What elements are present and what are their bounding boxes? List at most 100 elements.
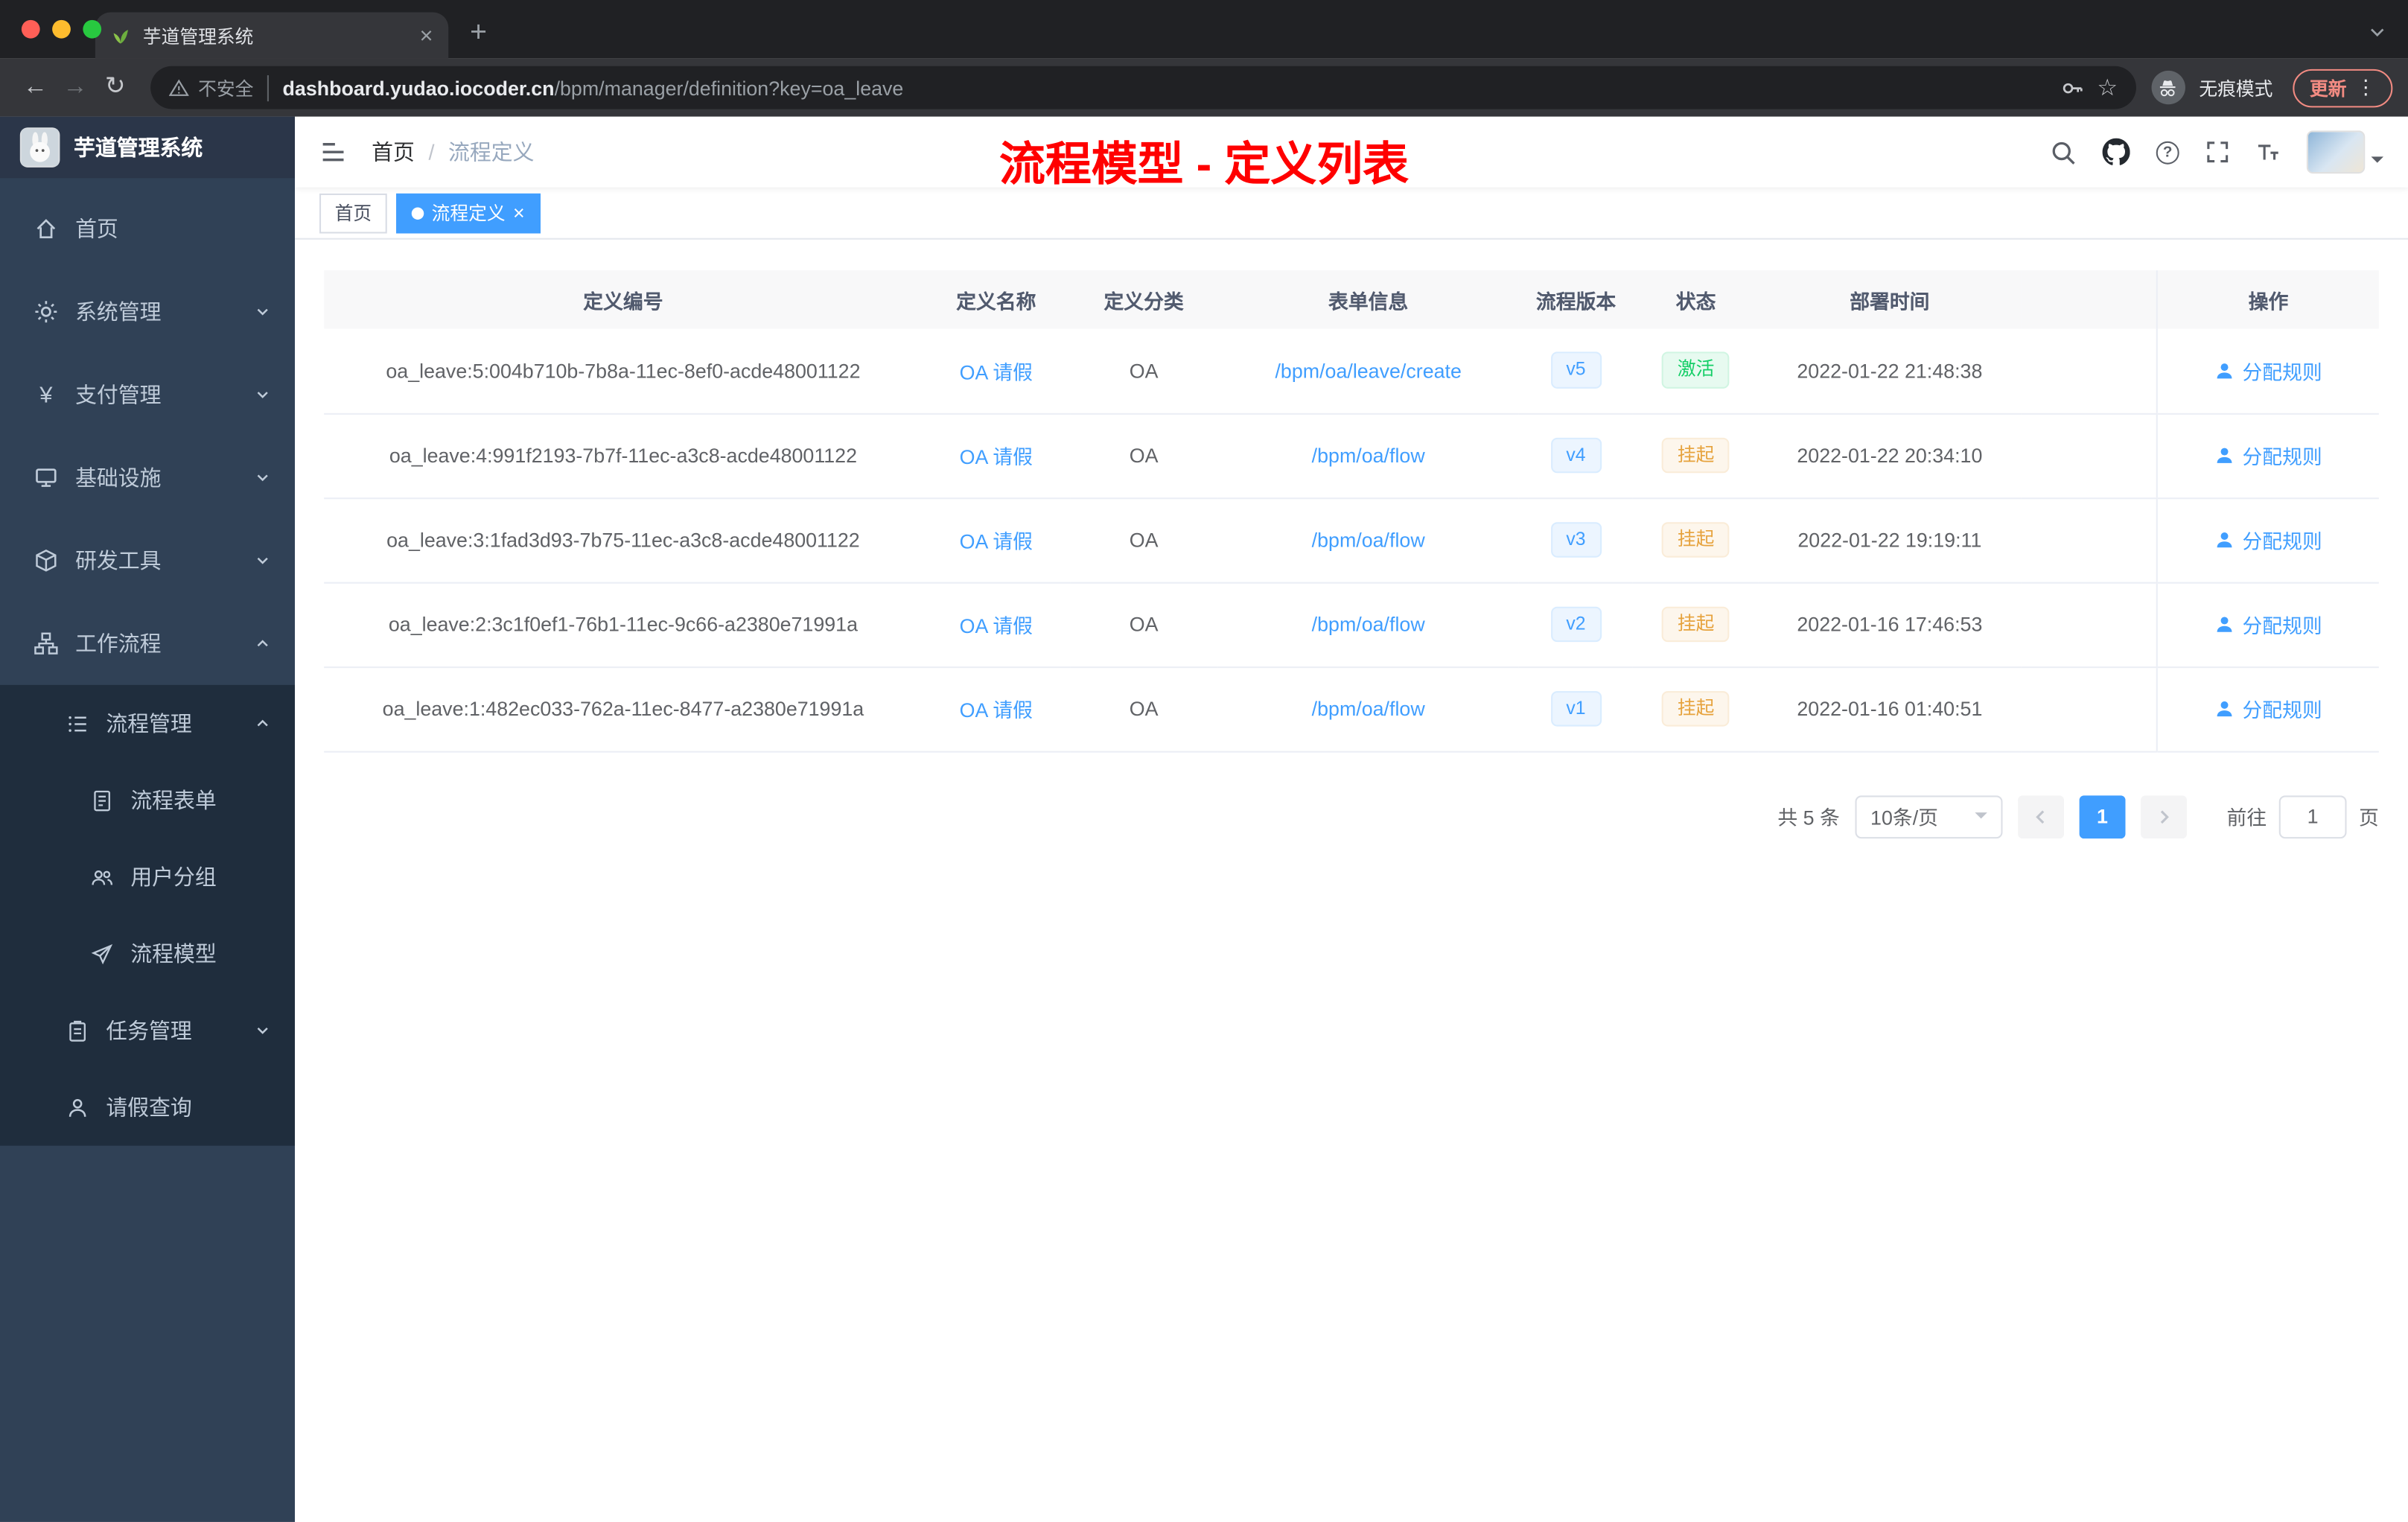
chevron-up-icon <box>253 714 272 733</box>
tag-home[interactable]: 首页 <box>319 192 387 233</box>
sidebar-item-user-group[interactable]: 用户分组 <box>0 838 295 915</box>
page-number-button[interactable]: 1 <box>2079 795 2126 838</box>
assign-rule-label: 分配规则 <box>2242 445 2322 469</box>
window-minimize-button[interactable] <box>52 19 71 39</box>
sidebar-item-process-form[interactable]: 流程表单 <box>0 762 295 838</box>
chevron-down-icon <box>253 468 272 487</box>
assign-rule-button[interactable]: 分配规则 <box>2214 356 2322 385</box>
address-bar[interactable]: 不安全 dashboard.yudao.iocoder.cn/bpm/manag… <box>150 66 2136 109</box>
assign-rule-button[interactable]: 分配规则 <box>2214 441 2322 470</box>
sidebar-item-system-mgmt[interactable]: 系统管理 <box>0 270 295 353</box>
browser-tab[interactable]: 芋道管理系统 <box>95 12 449 59</box>
form-link[interactable]: /bpm/oa/flow <box>1312 529 1425 552</box>
sidebar-menu: 首页 系统管理 ¥ 支付管理 基础设施 研发工具 工作流程 流程管理 流程表单 … <box>0 178 295 1146</box>
search-icon[interactable] <box>2050 139 2076 165</box>
sidebar-item-task-mgmt[interactable]: 任务管理 <box>0 992 295 1069</box>
security-label: 不安全 <box>198 77 254 100</box>
sidebar-item-process-mgmt[interactable]: 流程管理 <box>0 685 295 762</box>
page-size-select[interactable]: 10条/页 <box>1855 795 2003 838</box>
col-process-version: 流程版本 <box>1519 270 1633 329</box>
table-row: oa_leave:2:3c1f0ef1-76b1-11ec-9c66-a2380… <box>324 582 2379 668</box>
assign-rule-button[interactable]: 分配规则 <box>2214 694 2322 723</box>
fullscreen-icon[interactable] <box>2205 140 2230 165</box>
caret-down-icon <box>2371 156 2383 169</box>
sidebar-submenu-workflow: 流程管理 流程表单 用户分组 流程模型 任务管理 请假查询 <box>0 684 295 1146</box>
incognito-label: 无痕模式 <box>2199 77 2273 100</box>
goto-page-input[interactable] <box>2278 795 2347 838</box>
next-page-button[interactable] <box>2141 795 2187 838</box>
font-size-icon[interactable] <box>2256 140 2281 165</box>
update-button[interactable]: 更新 <box>2293 68 2393 107</box>
status-badge: 激活 <box>1662 352 1730 389</box>
definition-name-link[interactable]: OA 请假 <box>960 530 1033 553</box>
breadcrumb-home[interactable]: 首页 <box>372 137 415 168</box>
monitor-icon <box>34 465 58 490</box>
new-tab-button[interactable] <box>470 19 487 48</box>
prev-page-button[interactable] <box>2018 795 2064 838</box>
forward-button[interactable] <box>55 75 95 100</box>
status-badge: 挂起 <box>1662 521 1730 558</box>
col-definition-category: 定义分类 <box>1069 270 1218 329</box>
bookmark-star-icon[interactable] <box>2097 76 2118 99</box>
cell-definition-id: oa_leave:5:004b710b-7b8a-11ec-8ef0-acde4… <box>324 328 923 414</box>
cell-category: OA <box>1069 666 1218 752</box>
password-key-icon[interactable] <box>2060 76 2083 99</box>
security-chip[interactable]: 不安全 <box>168 74 269 101</box>
tag-process-definition[interactable]: 流程定义 <box>396 192 541 233</box>
definition-name-link[interactable]: OA 请假 <box>960 360 1033 383</box>
sidebar-item-label: 流程表单 <box>130 788 217 813</box>
status-badge: 挂起 <box>1662 606 1730 643</box>
content-area: 定义编号 定义名称 定义分类 表单信息 流程版本 状态 部署时间 操作 oa_l… <box>295 240 2408 1522</box>
user-avatar-menu[interactable] <box>2306 130 2383 174</box>
definition-name-link[interactable]: OA 请假 <box>960 445 1033 468</box>
chevron-down-icon <box>253 386 272 404</box>
cell-definition-id: oa_leave:3:1fad3d93-7b75-11ec-a3c8-acde4… <box>324 497 923 583</box>
sidebar-item-payment-mgmt[interactable]: ¥ 支付管理 <box>0 353 295 436</box>
col-filler <box>2020 270 2158 329</box>
active-dot <box>411 206 424 219</box>
sidebar-item-leave-query[interactable]: 请假查询 <box>0 1069 295 1146</box>
sidebar-item-home[interactable]: 首页 <box>0 188 295 270</box>
back-button[interactable] <box>16 75 56 100</box>
definition-name-link[interactable]: OA 请假 <box>960 698 1033 722</box>
github-icon[interactable] <box>2102 138 2130 166</box>
sidebar-item-process-model[interactable]: 流程模型 <box>0 915 295 992</box>
form-link[interactable]: /bpm/oa/flow <box>1312 697 1425 720</box>
tag-close-icon[interactable] <box>513 203 525 223</box>
sidebar-item-dev-tools[interactable]: 研发工具 <box>0 519 295 602</box>
sidebar-item-label: 工作流程 <box>75 631 162 656</box>
sidebar-item-workflow[interactable]: 工作流程 <box>0 602 295 685</box>
assign-rule-button[interactable]: 分配规则 <box>2214 610 2322 639</box>
col-status: 状态 <box>1632 270 1759 329</box>
sidebar-item-label: 支付管理 <box>75 382 162 407</box>
window-zoom-button[interactable] <box>83 19 102 39</box>
sidebar-item-infrastructure[interactable]: 基础设施 <box>0 436 295 519</box>
clipboard-icon <box>65 1019 89 1042</box>
form-link[interactable]: /bpm/oa/flow <box>1312 444 1425 467</box>
definition-name-link[interactable]: OA 请假 <box>960 614 1033 637</box>
browser-toolbar: 不安全 dashboard.yudao.iocoder.cn/bpm/manag… <box>0 58 2408 117</box>
help-icon[interactable] <box>2156 140 2179 164</box>
browser-menu-icon[interactable] <box>2356 75 2376 100</box>
chevron-down-icon <box>1975 812 1987 825</box>
hamburger-icon[interactable] <box>319 138 347 166</box>
chevron-down-icon <box>253 1022 272 1040</box>
col-form-info: 表单信息 <box>1217 270 1520 329</box>
window-controls <box>21 19 102 39</box>
tab-close-icon[interactable] <box>420 24 433 47</box>
person-icon <box>65 1096 89 1119</box>
table-row: oa_leave:4:991f2193-7b7f-11ec-a3c8-acde4… <box>324 413 2379 499</box>
form-link[interactable]: /bpm/oa/leave/create <box>1275 359 1461 382</box>
window-close-button[interactable] <box>21 19 40 39</box>
tab-search-chevron-icon[interactable] <box>2368 23 2386 42</box>
chevron-down-icon <box>253 302 272 321</box>
table-row: oa_leave:1:482ec033-762a-11ec-8477-a2380… <box>324 666 2379 752</box>
yen-icon: ¥ <box>39 381 53 408</box>
person-icon <box>2217 701 2232 717</box>
assign-rule-button[interactable]: 分配规则 <box>2214 525 2322 554</box>
sidebar-logo[interactable]: 芋道管理系统 <box>0 116 295 179</box>
table-row: oa_leave:3:1fad3d93-7b75-11ec-a3c8-acde4… <box>324 497 2379 583</box>
cell-filler <box>2020 582 2158 668</box>
reload-button[interactable] <box>95 75 136 100</box>
form-link[interactable]: /bpm/oa/flow <box>1312 613 1425 636</box>
